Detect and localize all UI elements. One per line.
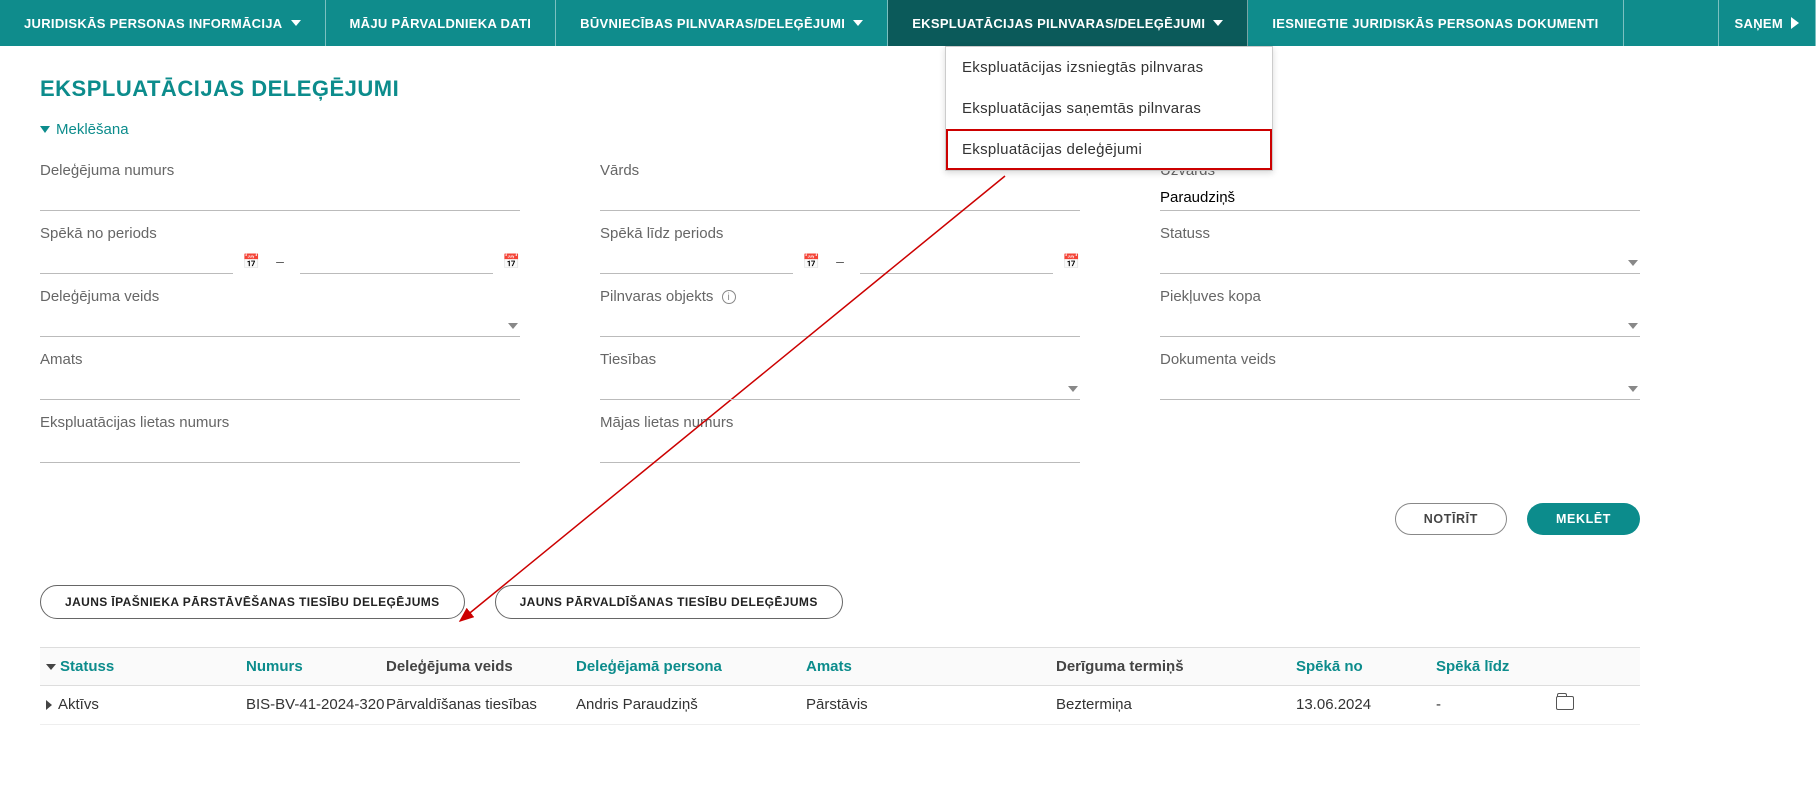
table-row[interactable]: Aktīvs BIS-BV-41-2024-320 Pārvaldīšanas … xyxy=(40,686,1640,725)
chevron-down-icon xyxy=(1213,20,1223,26)
th-amats[interactable]: Amats xyxy=(806,658,1056,675)
label-delegejuma-numurs: Deleģējuma numurs xyxy=(40,162,520,179)
select-statuss[interactable] xyxy=(1160,248,1640,274)
new-management-delegation-button[interactable]: Jauns pārvaldīšanas tiesību deleģējums xyxy=(495,585,843,619)
nav-item-more[interactable]: Saņem xyxy=(1718,0,1816,46)
page-title: Ekspluatācijas deleģējumi xyxy=(40,76,1776,102)
select-piekluves-kopa[interactable] xyxy=(1160,311,1640,337)
cell-veids: Pārvaldīšanas tiesības xyxy=(386,696,576,713)
sort-desc-icon xyxy=(46,664,56,670)
nav-label: Juridiskās personas informācija xyxy=(24,16,283,31)
nav-item-maju[interactable]: Māju pārvaldnieka dati xyxy=(326,0,557,46)
th-speka-lidz[interactable]: Spēkā līdz xyxy=(1436,658,1556,675)
menu-item-sanemtas[interactable]: Ekspluatācijas saņemtās pilnvaras xyxy=(946,88,1272,129)
nav-item-iesniegtie[interactable]: Iesniegtie juridiskās personas dokumenti xyxy=(1248,0,1623,46)
calendar-icon[interactable]: 📅 xyxy=(1063,253,1080,270)
label-majas-lieta: Mājas lietas numurs xyxy=(600,414,1080,431)
th-termins: Derīguma termiņš xyxy=(1056,658,1296,675)
results-table: Statuss Numurs Deleģējuma veids Deleģēja… xyxy=(40,647,1640,725)
cell-persona: Andris Paraudziņš xyxy=(576,696,806,713)
label-delegejuma-veids: Deleģējuma veids xyxy=(40,288,520,305)
cell-number: BIS-BV-41-2024-320 xyxy=(246,696,386,713)
input-speka-no-to[interactable] xyxy=(300,248,493,274)
dropdown-menu-ekspluatacijas: Ekspluatācijas izsniegtās pilnvaras Eksp… xyxy=(945,46,1273,171)
search-section-toggle[interactable]: Meklēšana xyxy=(40,121,129,138)
info-icon[interactable]: i xyxy=(722,290,736,304)
th-persona[interactable]: Deleģējamā persona xyxy=(576,658,806,675)
new-owner-delegation-button[interactable]: Jauns īpašnieka pārstāvēšanas tiesību de… xyxy=(40,585,465,619)
input-speka-lidz-from[interactable] xyxy=(600,248,793,274)
input-delegejuma-numurs[interactable] xyxy=(40,185,520,211)
cell-status: Aktīvs xyxy=(58,696,99,713)
input-pilnvaras-objekts[interactable] xyxy=(600,311,1080,337)
range-dash: – xyxy=(830,253,850,269)
select-tiesibas[interactable] xyxy=(600,374,1080,400)
page-content: Ekspluatācijas deleģējumi Meklēšana Dele… xyxy=(0,46,1816,765)
label-statuss: Statuss xyxy=(1160,225,1640,242)
input-speka-lidz-to[interactable] xyxy=(860,248,1053,274)
chevron-down-icon xyxy=(40,126,50,133)
expand-icon[interactable] xyxy=(46,700,52,710)
input-ekspl-lieta[interactable] xyxy=(40,437,520,463)
label-tiesibas: Tiesības xyxy=(600,351,1080,368)
search-toggle-label: Meklēšana xyxy=(56,121,129,138)
label-ekspl-lieta: Ekspluatācijas lietas numurs xyxy=(40,414,520,431)
th-numurs[interactable]: Numurs xyxy=(246,658,386,675)
label-speka-no: Spēkā no periods xyxy=(40,225,520,242)
chevron-down-icon xyxy=(508,323,518,329)
menu-item-delegejumi[interactable]: Ekspluatācijas deleģējumi xyxy=(946,129,1272,170)
cell-speka-no: 13.06.2024 xyxy=(1296,696,1436,713)
table-header-row: Statuss Numurs Deleģējuma veids Deleģēja… xyxy=(40,647,1640,686)
chevron-right-icon xyxy=(1791,17,1799,29)
nav-label: Saņem xyxy=(1735,16,1783,31)
folder-icon[interactable] xyxy=(1556,696,1574,710)
th-statuss[interactable]: Statuss xyxy=(46,658,246,675)
label-pilnvaras-objekts: Pilnvaras objekts i xyxy=(600,288,1080,305)
label-dokumenta-veids: Dokumenta veids xyxy=(1160,351,1640,368)
calendar-icon[interactable]: 📅 xyxy=(503,253,520,270)
label-piekluves-kopa: Piekļuves kopa xyxy=(1160,288,1640,305)
chevron-down-icon xyxy=(853,20,863,26)
cell-termins: Beztermiņa xyxy=(1056,696,1296,713)
label-amats: Amats xyxy=(40,351,520,368)
input-vards[interactable] xyxy=(600,185,1080,211)
nav-label: Ekspluatācijas pilnvaras/deleģējumi xyxy=(912,16,1205,31)
clear-button[interactable]: Notīrīt xyxy=(1395,503,1507,535)
top-navigation: Juridiskās personas informācija Māju pār… xyxy=(0,0,1816,46)
chevron-down-icon xyxy=(1068,386,1078,392)
range-dash: – xyxy=(270,253,290,269)
nav-label: Būvniecības pilnvaras/deleģējumi xyxy=(580,16,845,31)
chevron-down-icon xyxy=(1628,386,1638,392)
cell-amats: Pārstāvis xyxy=(806,696,1056,713)
input-uzvards[interactable] xyxy=(1160,185,1640,211)
label-speka-lidz: Spēkā līdz periods xyxy=(600,225,1080,242)
input-speka-no-from[interactable] xyxy=(40,248,233,274)
chevron-down-icon xyxy=(1628,260,1638,266)
input-amats[interactable] xyxy=(40,374,520,400)
input-majas-lieta[interactable] xyxy=(600,437,1080,463)
cell-speka-lidz: - xyxy=(1436,696,1556,713)
chevron-down-icon xyxy=(1628,323,1638,329)
nav-label: Māju pārvaldnieka dati xyxy=(350,16,532,31)
calendar-icon[interactable]: 📅 xyxy=(803,253,820,270)
chevron-down-icon xyxy=(291,20,301,26)
select-dokumenta-veids[interactable] xyxy=(1160,374,1640,400)
th-veids: Deleģējuma veids xyxy=(386,658,576,675)
nav-item-juridiskas[interactable]: Juridiskās personas informācija xyxy=(0,0,326,46)
th-speka-no[interactable]: Spēkā no xyxy=(1296,658,1436,675)
nav-item-ekspluatacijas[interactable]: Ekspluatācijas pilnvaras/deleģējumi xyxy=(888,0,1248,46)
select-delegejuma-veids[interactable] xyxy=(40,311,520,337)
calendar-icon[interactable]: 📅 xyxy=(243,253,260,270)
search-button[interactable]: Meklēt xyxy=(1527,503,1640,535)
nav-label: Iesniegtie juridiskās personas dokumenti xyxy=(1272,16,1598,31)
search-form: Deleģējuma numurs Vārds Uzvārds Spēkā no… xyxy=(40,162,1640,463)
nav-item-buvniecibas[interactable]: Būvniecības pilnvaras/deleģējumi xyxy=(556,0,888,46)
menu-item-izsniegtas[interactable]: Ekspluatācijas izsniegtās pilnvaras xyxy=(946,47,1272,88)
